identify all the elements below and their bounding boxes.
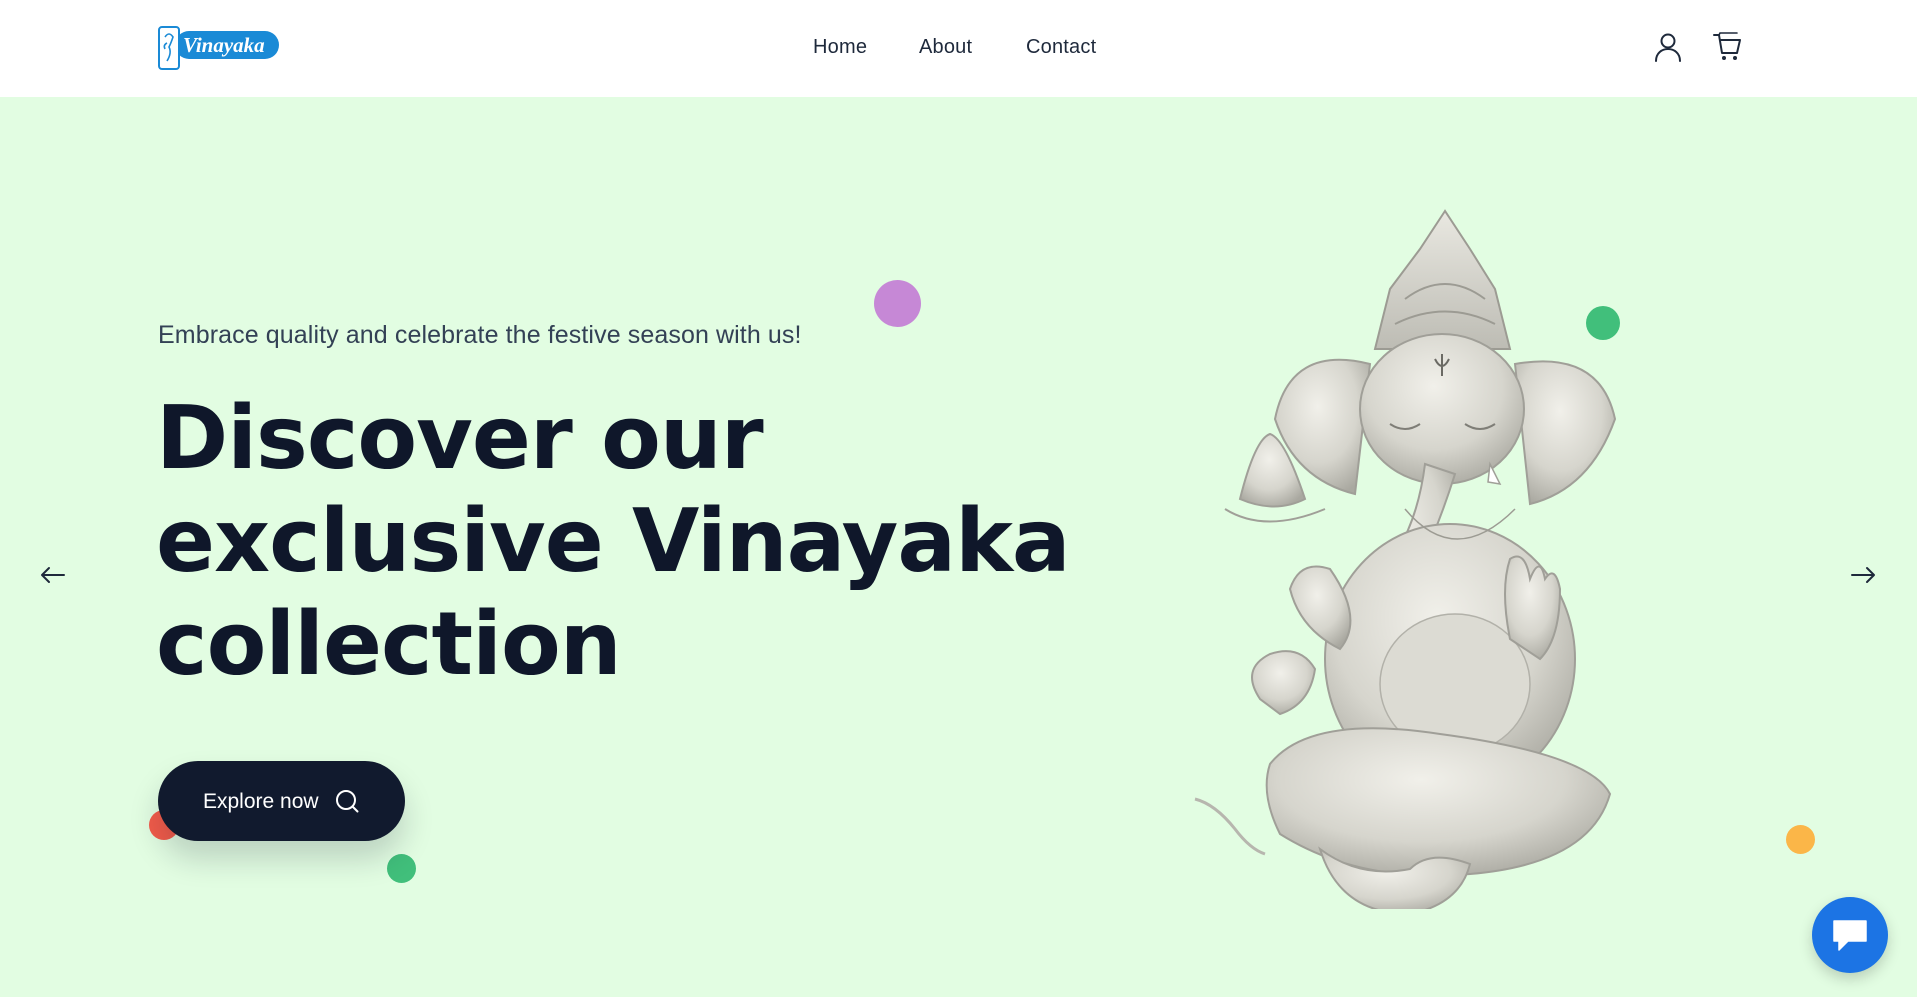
user-icon xyxy=(1655,33,1681,62)
site-header: Vinayaka Home About Contact xyxy=(0,0,1917,97)
chat-widget-button[interactable] xyxy=(1812,897,1888,973)
hero-headline: Discover our exclusive Vinayaka collecti… xyxy=(156,387,1071,696)
headline-line: exclusive Vinayaka xyxy=(156,490,1071,592)
ganesha-idol-image xyxy=(1194,209,1617,909)
decor-dot-purple xyxy=(874,280,921,327)
nav-contact[interactable]: Contact xyxy=(1026,36,1096,59)
next-slide-button[interactable] xyxy=(1846,558,1880,592)
prev-slide-button[interactable] xyxy=(36,558,70,592)
search-icon xyxy=(336,790,359,813)
chat-bubble-icon xyxy=(1833,920,1867,951)
explore-now-button[interactable]: Explore now xyxy=(158,761,405,841)
nav-about[interactable]: About xyxy=(919,36,972,59)
explore-now-label: Explore now xyxy=(203,790,319,813)
account-button[interactable] xyxy=(1651,30,1685,64)
arrow-left-icon xyxy=(41,567,65,583)
hero-section: Embrace quality and celebrate the festiv… xyxy=(0,97,1917,997)
headline-line: Discover our xyxy=(156,387,764,489)
arrow-right-icon xyxy=(1851,567,1875,583)
main-nav: Home About Contact xyxy=(0,36,1917,62)
cart-button[interactable] xyxy=(1711,30,1745,64)
cart-icon xyxy=(1713,32,1741,60)
nav-home[interactable]: Home xyxy=(813,36,867,59)
hero-tagline: Embrace quality and celebrate the festiv… xyxy=(158,321,802,349)
decor-dot-green-small xyxy=(387,854,416,883)
decor-dot-orange xyxy=(1786,825,1815,854)
headline-line: collection xyxy=(156,593,622,695)
